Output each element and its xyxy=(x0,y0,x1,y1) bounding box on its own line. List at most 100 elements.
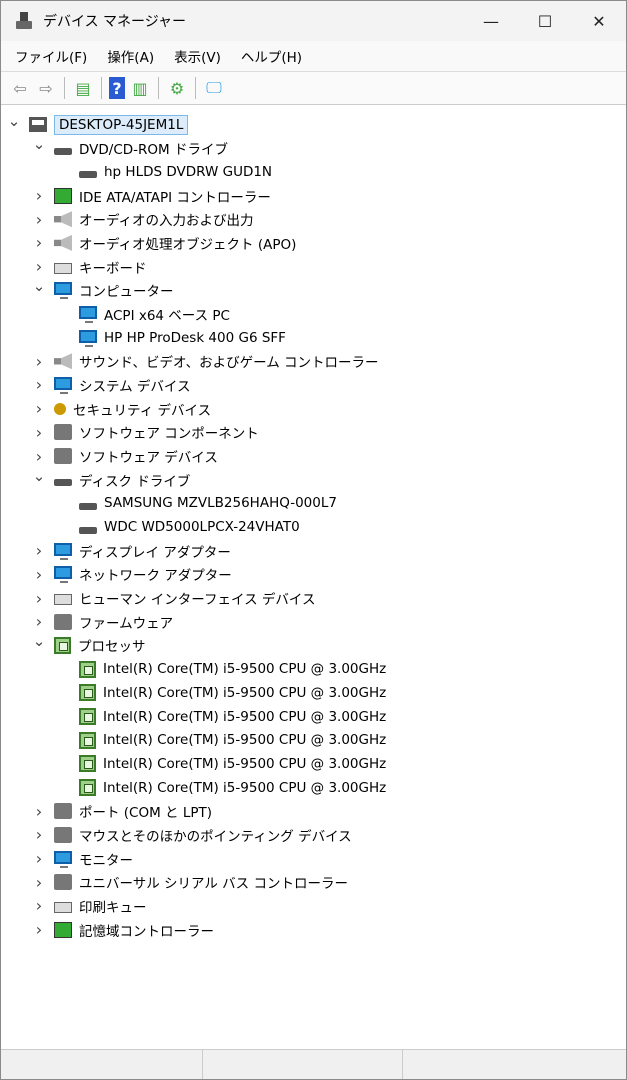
tree-category[interactable]: › 記憶域コントローラー xyxy=(32,918,214,941)
tree-category[interactable]: › ディスプレイ アダプター xyxy=(32,539,231,562)
tree-device[interactable]: SAMSUNG MZVLB256HAHQ-000L7 xyxy=(57,492,337,515)
tree-item-label: ソフトウェア デバイス xyxy=(79,450,218,467)
tree-category[interactable]: ⌄ DVD/CD-ROM ドライブ xyxy=(32,135,228,160)
tree-device[interactable]: HP HP ProDesk 400 G6 SFF xyxy=(57,326,286,349)
menu-action[interactable]: 操作(A) xyxy=(107,46,154,66)
expand-chevron-icon[interactable]: › xyxy=(32,849,46,868)
collapse-chevron-icon[interactable]: ⌄ xyxy=(32,632,46,650)
tree-device[interactable]: Intel(R) Core(TM) i5-9500 CPU @ 3.00GHz xyxy=(57,729,386,752)
tree-category[interactable]: ⌄ プロセッサ xyxy=(32,632,146,657)
tree-item-label: IDE ATA/ATAPI コントローラー xyxy=(79,189,271,206)
device-manager-icon xyxy=(15,12,33,30)
tree-device[interactable]: hp HLDS DVDRW GUD1N xyxy=(57,160,272,183)
expand-chevron-icon[interactable]: › xyxy=(32,233,46,252)
collapse-chevron-icon[interactable]: ⌄ xyxy=(32,467,46,485)
collapse-chevron-icon[interactable]: ⌄ xyxy=(7,112,21,130)
expand-chevron-icon[interactable]: › xyxy=(32,352,46,371)
keyboard-icon xyxy=(54,594,72,606)
expand-chevron-icon[interactable]: › xyxy=(32,375,46,394)
tree-category[interactable]: › ヒューマン インターフェイス デバイス xyxy=(32,587,316,610)
show-hide-console-tree-icon[interactable]: ▤ xyxy=(72,77,94,99)
tree-category[interactable]: ⌄ コンピューター xyxy=(32,277,174,302)
scan-hardware-icon[interactable]: 🖵 xyxy=(203,77,225,99)
expand-chevron-icon[interactable]: › xyxy=(32,802,46,821)
speaker-icon xyxy=(54,353,72,370)
green-icon xyxy=(54,921,72,938)
expand-chevron-icon[interactable]: › xyxy=(32,186,46,205)
tree-item-label: ACPI x64 ベース PC xyxy=(104,307,230,324)
tree-category[interactable]: › システム デバイス xyxy=(32,373,191,396)
expand-chevron-icon[interactable]: › xyxy=(32,257,46,276)
expand-chevron-icon[interactable]: › xyxy=(32,447,46,466)
menu-view[interactable]: 表示(V) xyxy=(174,46,221,66)
tree-item-label: ディスク ドライブ xyxy=(79,473,191,490)
tree-device[interactable]: Intel(R) Core(TM) i5-9500 CPU @ 3.00GHz xyxy=(57,752,386,775)
tree-item-label: Intel(R) Core(TM) i5-9500 CPU @ 3.00GHz xyxy=(103,755,387,772)
expand-chevron-icon[interactable]: › xyxy=(32,589,46,608)
cpu-icon xyxy=(79,684,96,702)
forward-arrow-icon[interactable]: ⇨ xyxy=(35,77,57,99)
tree-category[interactable]: › ユニバーサル シリアル バス コントローラー xyxy=(32,871,348,894)
tree-category[interactable]: › モニター xyxy=(32,847,133,870)
tree-category[interactable]: › ポート (COM と LPT) xyxy=(32,800,212,823)
tree-device[interactable]: WDC WD5000LPCX-24VHAT0 xyxy=(57,516,300,539)
cpu-icon xyxy=(79,708,96,725)
maximize-button[interactable]: ☐ xyxy=(518,1,572,41)
menu-help[interactable]: ヘルプ(H) xyxy=(241,46,302,66)
tree-category[interactable]: › ネットワーク アダプター xyxy=(32,563,232,586)
tree-category[interactable]: › オーディオ処理オブジェクト (APO) xyxy=(32,231,297,254)
tree-category[interactable]: › セキュリティ デバイス xyxy=(32,397,211,420)
tree-category[interactable]: › ソフトウェア コンポーネント xyxy=(32,421,259,444)
update-driver-icon[interactable]: ⚙ xyxy=(166,77,188,99)
keyboard-icon xyxy=(54,901,72,913)
tree-category[interactable]: › マウスとそのほかのポインティング デバイス xyxy=(32,823,352,846)
tree-item-label: Intel(R) Core(TM) i5-9500 CPU @ 3.00GHz xyxy=(103,779,387,796)
tree-item-label: hp HLDS DVDRW GUD1N xyxy=(104,163,273,180)
tree-device[interactable]: Intel(R) Core(TM) i5-9500 CPU @ 3.00GHz xyxy=(57,705,386,728)
tree-device[interactable]: Intel(R) Core(TM) i5-9500 CPU @ 3.00GHz xyxy=(57,658,386,681)
tree-device[interactable]: Intel(R) Core(TM) i5-9500 CPU @ 3.00GHz xyxy=(57,776,386,799)
expand-chevron-icon[interactable]: › xyxy=(32,612,46,631)
expand-chevron-icon[interactable]: › xyxy=(32,825,46,844)
minimize-button[interactable]: — xyxy=(464,1,518,41)
close-button[interactable]: ✕ xyxy=(572,1,626,41)
collapse-chevron-icon[interactable]: ⌄ xyxy=(32,277,46,295)
expand-chevron-icon[interactable]: › xyxy=(32,541,46,560)
tree-category[interactable]: › IDE ATA/ATAPI コントローラー xyxy=(32,184,271,207)
disk-icon xyxy=(54,479,72,487)
tree-category[interactable]: › オーディオの入力および出力 xyxy=(32,208,254,231)
collapse-chevron-icon[interactable]: ⌄ xyxy=(32,135,46,153)
tree-category[interactable]: › 印刷キュー xyxy=(32,894,147,917)
toolbar: ⇦ ⇨ ▤? ▥ ⚙ 🖵 xyxy=(1,71,626,105)
expand-chevron-icon[interactable]: › xyxy=(32,873,46,892)
help-icon[interactable]: ? xyxy=(109,77,125,99)
back-arrow-icon[interactable]: ⇦ xyxy=(9,77,31,99)
monitor-icon xyxy=(54,850,72,868)
tree-item-label: サウンド、ビデオ、およびゲーム コントローラー xyxy=(79,355,379,372)
tree-item-label: ネットワーク アダプター xyxy=(79,568,232,585)
generic-icon xyxy=(54,874,72,891)
device-tree: ⌄ DESKTOP-45JEM1L ⌄ DVD/CD-ROM ドライブ hp HLDS … xyxy=(1,111,626,1049)
tree-category[interactable]: › ファームウェア xyxy=(32,610,173,633)
expand-chevron-icon[interactable]: › xyxy=(32,210,46,229)
expand-chevron-icon[interactable]: › xyxy=(32,896,46,915)
tree-category[interactable]: › キーボード xyxy=(32,255,147,278)
action-pane-icon[interactable]: ▥ xyxy=(129,77,151,99)
cpu-icon xyxy=(79,779,96,797)
tree-device[interactable]: Intel(R) Core(TM) i5-9500 CPU @ 3.00GHz xyxy=(57,681,386,704)
tree-category[interactable]: › ソフトウェア デバイス xyxy=(32,445,218,468)
expand-chevron-icon[interactable]: › xyxy=(32,423,46,442)
tree-root[interactable]: ⌄ DESKTOP-45JEM1L xyxy=(7,112,189,136)
menu-file[interactable]: ファイル(F) xyxy=(15,46,87,66)
expand-chevron-icon[interactable]: › xyxy=(32,399,46,418)
tree-category[interactable]: ⌄ ディスク ドライブ xyxy=(32,467,191,491)
tree-device[interactable]: ACPI x64 ベース PC xyxy=(57,302,230,325)
device-manager-window: デバイス マネージャー — ☐ ✕ ファイル(F) 操作(A) 表示(V) ヘル… xyxy=(0,0,627,1080)
tree-item-label: 印刷キュー xyxy=(79,899,147,916)
tree-category[interactable]: › サウンド、ビデオ、およびゲーム コントローラー xyxy=(32,350,379,373)
monitor-icon xyxy=(54,566,72,584)
expand-chevron-icon[interactable]: › xyxy=(32,920,46,939)
expand-chevron-icon[interactable]: › xyxy=(32,565,46,584)
tree-item-label: DVD/CD-ROM ドライブ xyxy=(79,142,228,159)
toolbar-separator xyxy=(195,77,196,99)
